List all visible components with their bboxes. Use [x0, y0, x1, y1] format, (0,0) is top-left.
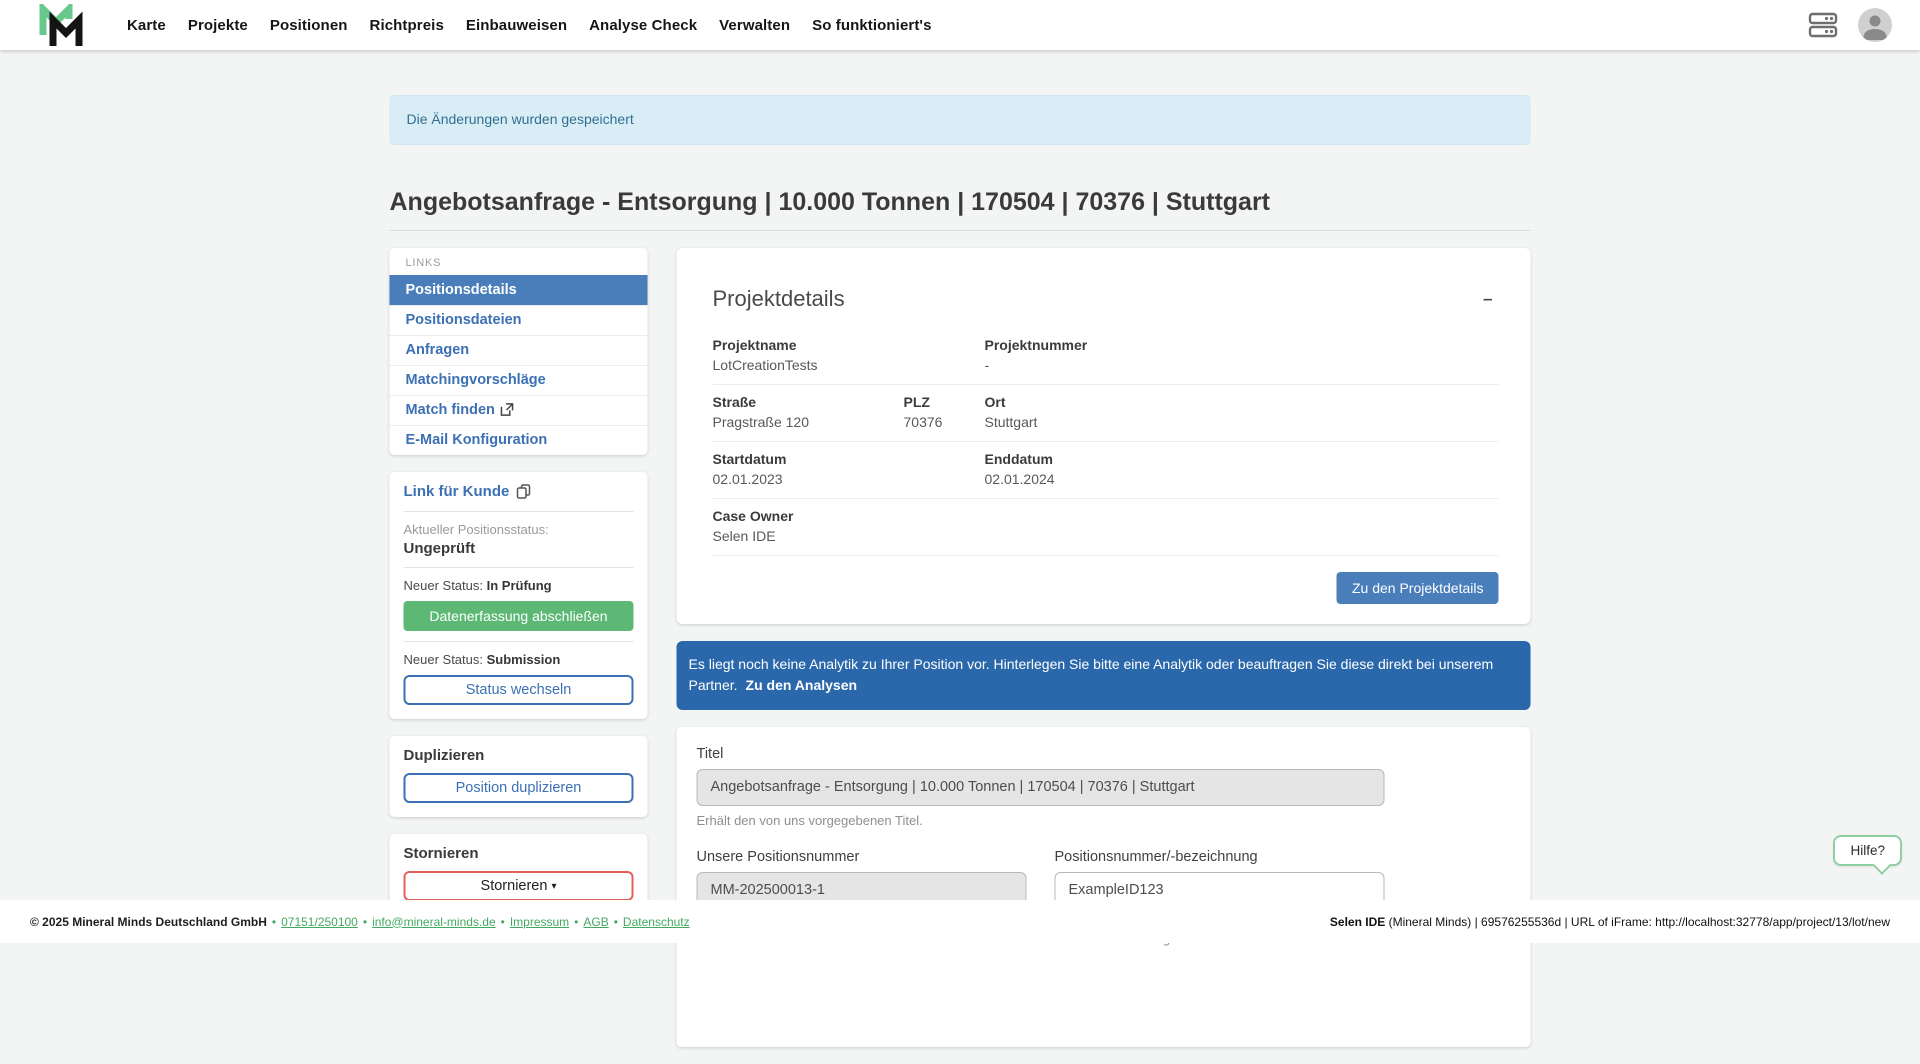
new-status-2: Neuer Status: Submission — [404, 652, 634, 667]
storage-icon[interactable] — [1804, 8, 1842, 42]
positionsnummer-label: Positionsnummer/-bezeichnung — [1055, 849, 1385, 865]
sidebar-item-matchingvorschlaege[interactable]: Matchingvorschläge — [390, 365, 648, 395]
sidebar-item-match-finden[interactable]: Match finden — [390, 395, 648, 425]
brand-logo[interactable] — [38, 4, 84, 46]
user-avatar[interactable] — [1858, 8, 1892, 42]
nav-item-so-funktionierts[interactable]: So funktioniert's — [801, 9, 942, 42]
footer-agb-link[interactable]: AGB — [583, 915, 608, 929]
case-owner-value: Selen IDE — [713, 528, 1499, 545]
sidebar-item-label: Anfragen — [406, 342, 470, 358]
project-details-title: Projektdetails — [713, 286, 845, 312]
detail-row: Startdatum 02.01.2023 Enddatum 02.01.202… — [713, 442, 1499, 499]
links-card: LINKS Positionsdetails Positionsdateien … — [390, 248, 648, 455]
cancel-dropdown-button[interactable]: Stornieren▾ — [404, 871, 634, 901]
sidebar-item-anfragen[interactable]: Anfragen — [390, 335, 648, 365]
project-details-card: Projektdetails – Projektname LotCreation… — [677, 248, 1531, 624]
duplicate-card-title: Duplizieren — [404, 747, 634, 764]
ort-value: Stuttgart — [985, 414, 1499, 431]
sidebar-item-positionsdetails[interactable]: Positionsdetails — [390, 275, 648, 305]
footer-email-link[interactable]: info@mineral-minds.de — [372, 915, 496, 929]
nav-item-verwalten[interactable]: Verwalten — [708, 9, 801, 42]
new-status-1: Neuer Status: In Prüfung — [404, 578, 634, 593]
status-card: Link für Kunde Aktueller Positionsstatus… — [390, 472, 648, 719]
minus-icon[interactable]: – — [1477, 286, 1498, 311]
customer-link-label: Link für Kunde — [404, 483, 510, 500]
projektname-label: Projektname — [713, 337, 985, 354]
duplicate-position-button[interactable]: Position duplizieren — [404, 773, 634, 803]
strasse-value: Pragstraße 120 — [713, 414, 904, 431]
detail-row: Straße Pragstraße 120 PLZ 70376 Ort Stut… — [713, 385, 1499, 442]
switch-status-button[interactable]: Status wechseln — [404, 675, 634, 705]
strasse-label: Straße — [713, 394, 904, 411]
sidebar-item-email-konfiguration[interactable]: E-Mail Konfiguration — [390, 425, 648, 455]
nav-item-einbauweisen[interactable]: Einbauweisen — [455, 9, 578, 42]
projektnummer-value: - — [985, 357, 1499, 374]
footer: © 2025 Mineral Minds Deutschland GmbH 071… — [0, 900, 1920, 943]
nav-item-richtpreis[interactable]: Richtpreis — [359, 9, 455, 42]
analytics-info-banner: Es liegt noch keine Analytik zu Ihrer Po… — [677, 641, 1531, 710]
plz-value: 70376 — [904, 414, 985, 431]
main-nav: Karte Projekte Positionen Richtpreis Ein… — [116, 9, 943, 42]
cancel-card-title: Stornieren — [404, 845, 634, 862]
footer-session-info: Selen IDE (Mineral Minds) | 69576255536d… — [1330, 915, 1890, 929]
projektname-value: LotCreationTests — [713, 357, 985, 374]
nav-item-karte[interactable]: Karte — [116, 9, 177, 42]
sidebar-item-label: E-Mail Konfiguration — [406, 432, 548, 448]
footer-phone-link[interactable]: 07151/250100 — [281, 915, 358, 929]
unsere-positionsnummer-label: Unsere Positionsnummer — [697, 849, 1027, 865]
case-owner-label: Case Owner — [713, 508, 1499, 525]
divider — [404, 567, 634, 568]
projektnummer-label: Projektnummer — [985, 337, 1499, 354]
divider — [404, 641, 634, 642]
finish-data-entry-button[interactable]: Datenerfassung abschließen — [404, 601, 634, 631]
ort-label: Ort — [985, 394, 1499, 411]
external-link-icon — [501, 403, 514, 416]
position-form-card: Titel Erhält den von uns vorgegebenen Ti… — [677, 727, 1531, 1047]
detail-row: Projektname LotCreationTests Projektnumm… — [713, 328, 1499, 385]
startdatum-value: 02.01.2023 — [713, 471, 985, 488]
go-to-project-details-button[interactable]: Zu den Projektdetails — [1337, 572, 1499, 604]
page-title: Angebotsanfrage - Entsorgung | 10.000 To… — [390, 189, 1531, 231]
nav-item-projekte[interactable]: Projekte — [177, 9, 259, 42]
enddatum-label: Enddatum — [985, 451, 1499, 468]
help-button[interactable]: Hilfe? — [1833, 835, 1902, 866]
footer-copyright: © 2025 Mineral Minds Deutschland GmbH — [30, 915, 267, 929]
current-status-value: Ungeprüft — [404, 540, 634, 557]
current-status-label: Aktueller Positionsstatus: — [404, 522, 634, 537]
titel-label: Titel — [697, 746, 1385, 762]
sidebar: LINKS Positionsdetails Positionsdateien … — [390, 248, 648, 932]
go-to-analyses-link[interactable]: Zu den Analysen — [746, 677, 858, 693]
nav-item-positionen[interactable]: Positionen — [259, 9, 359, 42]
duplicate-card: Duplizieren Position duplizieren — [390, 736, 648, 817]
startdatum-label: Startdatum — [713, 451, 985, 468]
nav-item-analyse-check[interactable]: Analyse Check — [578, 9, 708, 42]
footer-impressum-link[interactable]: Impressum — [510, 915, 569, 929]
caret-down-icon: ▾ — [551, 881, 556, 892]
copy-icon — [516, 484, 530, 499]
sidebar-item-positionsdateien[interactable]: Positionsdateien — [390, 305, 648, 335]
sidebar-item-label: Positionsdateien — [406, 312, 522, 328]
sidebar-item-label: Positionsdetails — [406, 282, 517, 298]
enddatum-value: 02.01.2024 — [985, 471, 1499, 488]
top-navigation-bar: Karte Projekte Positionen Richtpreis Ein… — [0, 0, 1920, 50]
customer-link[interactable]: Link für Kunde — [404, 483, 531, 500]
saved-alert: Die Änderungen wurden gespeichert — [390, 95, 1531, 145]
links-card-header: LINKS — [390, 248, 648, 275]
footer-datenschutz-link[interactable]: Datenschutz — [623, 915, 690, 929]
titel-help: Erhält den von uns vorgegebenen Titel. — [697, 813, 1385, 828]
sidebar-item-label: Match finden — [406, 402, 495, 418]
sidebar-item-label: Matchingvorschläge — [406, 372, 546, 388]
titel-input — [697, 769, 1385, 806]
plz-label: PLZ — [904, 394, 985, 411]
divider — [404, 511, 634, 512]
detail-row: Case Owner Selen IDE — [713, 499, 1499, 556]
